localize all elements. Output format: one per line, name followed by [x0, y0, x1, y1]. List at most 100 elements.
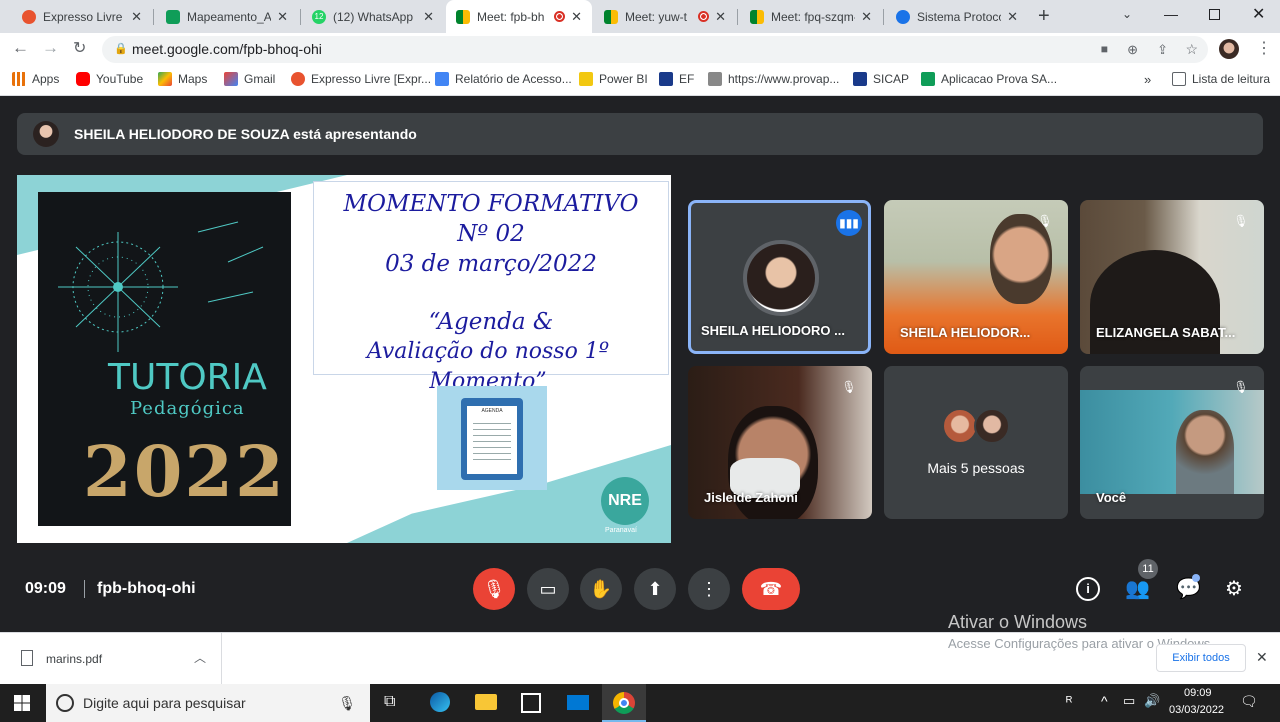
minimize-button[interactable]: — [1164, 6, 1178, 22]
forward-icon[interactable]: → [42, 38, 59, 58]
mic-off-icon: 🎙 [1233, 214, 1249, 228]
show-all-downloads-button[interactable]: Exibir todos [1156, 644, 1246, 672]
close-tab-icon[interactable]: ✕ [715, 9, 726, 25]
bookmark-powerbi[interactable]: Power BI [579, 72, 648, 86]
tab-sistema[interactable]: Sistema Protocol ✕ [886, 0, 1028, 33]
participant-avatar [974, 408, 1010, 444]
download-filename: marins.pdf [46, 652, 103, 666]
reading-list[interactable]: Lista de leitura [1172, 72, 1270, 86]
edge-icon[interactable] [430, 692, 450, 712]
presenter-avatar [33, 121, 59, 147]
new-tab-button[interactable]: + [1038, 5, 1050, 28]
tab-meet-active[interactable]: Meet: fpb-bh ✕ [446, 0, 592, 33]
browser-toolbar: ← → ↻ 🔒 meet.google.com/fpb-bhoq-ohi ■ ⊕… [0, 33, 1280, 65]
close-tab-icon[interactable]: ✕ [423, 9, 434, 25]
bookmark-maps[interactable]: Maps [158, 72, 207, 86]
camera-icon[interactable]: ■ [1101, 36, 1108, 63]
bookmark-sicap[interactable]: SICAP [853, 72, 909, 86]
expresso-favicon-icon [22, 9, 36, 24]
participant-tile[interactable]: 🎙 SHEILA HELIODOR... [884, 200, 1068, 354]
file-explorer-icon[interactable] [475, 694, 497, 710]
bookmark-provap[interactable]: https://www.provap... [708, 72, 839, 86]
chrome-taskbar-icon[interactable] [602, 684, 646, 722]
sheets-icon [921, 72, 935, 86]
more-people-tile[interactable]: Mais 5 pessoas [884, 366, 1068, 519]
bookmark-label: https://www.provap... [728, 72, 840, 86]
tray-overflow-icon[interactable]: ^ [1101, 693, 1108, 709]
windows-start-icon[interactable] [14, 695, 30, 711]
participant-tile[interactable]: 🎙 Jisleide Zahoni [688, 366, 872, 519]
restore-button[interactable] [1209, 9, 1220, 20]
expresso-icon [291, 72, 305, 86]
taskbar-search[interactable]: Digite aqui para pesquisar 🎙 [46, 684, 370, 722]
reload-icon[interactable]: ↻ [73, 38, 86, 58]
network-icon[interactable]: ▭ [1123, 693, 1135, 709]
mail-icon[interactable] [567, 695, 589, 710]
clock-time[interactable]: 09:09 [1184, 687, 1212, 699]
back-icon[interactable]: ← [12, 38, 29, 58]
tab-meet-3[interactable]: Meet: fpq-szqm- ✕ [740, 0, 882, 33]
people-tray-icon[interactable]: ᴿ [1066, 693, 1072, 709]
tab-expresso[interactable]: Expresso Livre [E ✕ [12, 0, 152, 33]
close-tab-icon[interactable]: ✕ [277, 9, 288, 25]
tab-search-icon[interactable]: ⌄ [1122, 7, 1132, 21]
bookmark-youtube[interactable]: YouTube [76, 72, 143, 86]
bookmark-gmail[interactable]: Gmail [224, 72, 275, 86]
tab-meet-2[interactable]: Meet: yuw-t ✕ [594, 0, 736, 33]
maps-icon [158, 72, 172, 86]
bookmarks-bar: Apps YouTube Maps Gmail Expresso Livre [… [0, 65, 1280, 96]
people-icon[interactable]: 👥 [1125, 576, 1150, 601]
task-view-icon[interactable]: ⧉ [384, 693, 395, 711]
microphone-icon[interactable]: 🎙 [338, 684, 356, 722]
leave-call-button[interactable]: ☎ [742, 568, 800, 610]
bookmark-expresso[interactable]: Expresso Livre [Expr... [291, 72, 431, 86]
close-tab-icon[interactable]: ✕ [861, 9, 872, 25]
chevron-up-icon[interactable]: ︿ [194, 649, 206, 666]
clock-date[interactable]: 03/03/2022 [1169, 704, 1224, 716]
tab-title: Mapeamento_Au [187, 9, 272, 24]
present-button[interactable]: ⬆ [634, 568, 676, 610]
profile-avatar[interactable] [1219, 39, 1239, 59]
bookmark-relatorio[interactable]: Relatório de Acesso... [435, 72, 572, 86]
share-icon[interactable]: ⇪ [1157, 36, 1168, 63]
bookmark-label: Apps [32, 72, 60, 86]
bookmark-ef[interactable]: EF [659, 72, 694, 86]
bookmark-aplicacao[interactable]: Aplicacao Prova SA... [921, 72, 1057, 86]
participant-tile[interactable]: ▮▮▮ SHEILA HELIODORO ... [688, 200, 871, 354]
close-window-button[interactable]: ✕ [1252, 4, 1265, 24]
camera-toggle-button[interactable]: ▭ [527, 568, 569, 610]
tab-whatsapp[interactable]: 12 (12) WhatsApp ✕ [302, 0, 444, 33]
bookmark-star-icon[interactable]: ☆ [1185, 36, 1198, 63]
close-download-bar-icon[interactable]: ✕ [1256, 649, 1268, 666]
notifications-icon[interactable]: 🗨 [1240, 693, 1258, 710]
slide-line-momento: MOMENTO FORMATIVO [343, 191, 639, 217]
bookmark-apps[interactable]: Apps [12, 72, 59, 86]
url-text: meet.google.com/fpb-bhoq-ohi [132, 41, 322, 57]
windows-activation-title: Ativar o Windows [948, 612, 1088, 632]
self-tile[interactable]: 🎙 Você [1080, 366, 1264, 519]
volume-icon[interactable]: 🔊 [1144, 693, 1160, 709]
participant-tile[interactable]: 🎙 ELIZANGELA SABAT... [1080, 200, 1264, 354]
close-tab-icon[interactable]: ✕ [1007, 9, 1018, 25]
close-tab-icon[interactable]: ✕ [571, 9, 582, 25]
info-icon[interactable]: i [1076, 577, 1100, 601]
tab-title: Sistema Protocol [917, 9, 1002, 24]
raise-hand-button[interactable]: ✋ [580, 568, 622, 610]
address-bar[interactable]: 🔒 meet.google.com/fpb-bhoq-ohi ■ ⊕ ⇪ ☆ [102, 36, 1208, 63]
tab-title: (12) WhatsApp [333, 9, 414, 24]
activities-icon[interactable]: ⚙ [1225, 576, 1243, 601]
menu-icon[interactable]: ⋮ [1256, 38, 1272, 58]
download-item[interactable]: marins.pdf ︿ [0, 633, 222, 685]
tab-mapeamento[interactable]: Mapeamento_Au ✕ [156, 0, 298, 33]
year-2022: 2022 [83, 430, 286, 513]
slide-line-date: 03 de março/2022 [385, 251, 597, 277]
more-bookmarks-icon[interactable]: » [1144, 72, 1151, 87]
close-tab-icon[interactable]: ✕ [131, 9, 142, 25]
more-options-button[interactable]: ⋮ [688, 568, 730, 610]
zoom-icon[interactable]: ⊕ [1127, 36, 1138, 63]
store-icon[interactable] [521, 693, 541, 713]
cortana-circle-icon [56, 694, 74, 712]
mic-toggle-button[interactable]: 🎙 [473, 568, 515, 610]
meet-stage: SHEILA HELIODORO DE SOUZA está apresenta… [0, 96, 1280, 632]
presentation-slide[interactable]: TUTORIA Pedagógica 2022 MOMENTO FORMATIV… [17, 175, 671, 543]
